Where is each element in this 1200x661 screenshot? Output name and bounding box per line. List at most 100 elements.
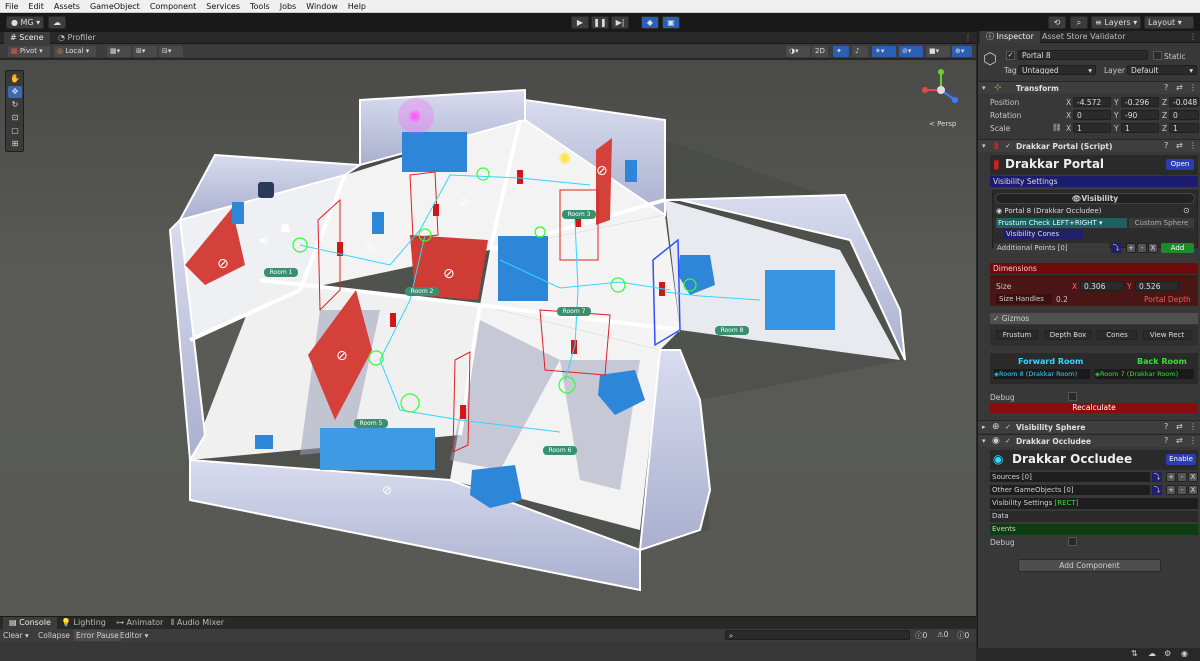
menu-file[interactable]: File bbox=[0, 0, 23, 13]
frustum-check-dropdown[interactable]: Frustum Check LEFT+RIGHT ▾ bbox=[996, 218, 1127, 228]
camera-button[interactable]: ■▾ bbox=[926, 46, 950, 57]
menu-tools[interactable]: Tools bbox=[245, 0, 275, 13]
search-button[interactable]: ⌕ bbox=[1070, 16, 1088, 29]
size-x-field[interactable]: 0.306 bbox=[1080, 281, 1124, 291]
tab-menu-icon[interactable]: ⋮ bbox=[964, 33, 972, 42]
forward-room-field[interactable]: ◈Room 8 (Drakkar Room) bbox=[994, 369, 1090, 379]
add-point-button[interactable]: + bbox=[1126, 243, 1136, 253]
dimensions-bar[interactable]: Dimensions bbox=[990, 263, 1198, 274]
clear-button[interactable]: Clear ▾ bbox=[3, 631, 29, 640]
portal-debug-checkbox[interactable] bbox=[1068, 392, 1077, 401]
enabled-checkbox[interactable]: ✓ bbox=[1005, 437, 1011, 445]
open-button[interactable]: Open bbox=[1166, 159, 1194, 170]
console-body[interactable] bbox=[0, 642, 976, 661]
link-icon[interactable]: ⛓ bbox=[1052, 123, 1062, 132]
pause-button[interactable]: ❚❚ bbox=[591, 16, 609, 29]
portal-script-header[interactable]: ▾ ▮ ✓ Drakkar Portal (Script) ? ⇄ ⋮ bbox=[978, 139, 1200, 152]
clear-points-button[interactable]: X bbox=[1148, 243, 1158, 253]
scene-view[interactable]: ✺ ✺ ⊘ ⊘ ⊘ ⊘ ⊘ ⊘ ◀) ◎ ☗ < Persp Room 1 Ro… bbox=[0, 60, 976, 616]
move-tool[interactable]: ✥ bbox=[8, 86, 22, 98]
menu-help[interactable]: Help bbox=[343, 0, 371, 13]
other-remove-button[interactable]: - bbox=[1177, 485, 1187, 495]
gizmos-checkbox[interactable]: ✓ bbox=[993, 314, 999, 323]
help-icon[interactable]: ? bbox=[1164, 141, 1168, 150]
position-z-field[interactable]: -0.048 bbox=[1169, 97, 1199, 107]
occludee-visibility-settings[interactable]: Visibility Settings [RECT] bbox=[990, 498, 1198, 509]
ruler-button[interactable]: ⊟▾ bbox=[159, 46, 183, 57]
preset-icon[interactable]: ⇄ bbox=[1176, 141, 1183, 150]
sources-remove-button[interactable]: - bbox=[1177, 472, 1187, 482]
error-count[interactable]: ⓘ0 bbox=[957, 630, 969, 641]
step-button[interactable]: ▶| bbox=[611, 16, 629, 29]
scale-y-field[interactable]: 1 bbox=[1121, 123, 1159, 133]
occludee-reference[interactable]: ◉ Portal 8 (Drakkar Occludee) bbox=[996, 207, 1101, 215]
sources-add-button[interactable]: + bbox=[1166, 472, 1176, 482]
additional-points-pick[interactable]: ⤵ bbox=[1111, 243, 1121, 253]
rotation-y-field[interactable]: -90 bbox=[1121, 110, 1159, 120]
other-gameobjects-pick[interactable]: ⤵ bbox=[1152, 485, 1162, 495]
gizmos-button[interactable]: ⊕▾ bbox=[952, 46, 972, 57]
error-pause-toggle[interactable]: Error Pause bbox=[74, 630, 121, 641]
recalculate-button[interactable]: Recalculate bbox=[990, 403, 1198, 413]
editor-dropdown[interactable]: Editor ▾ bbox=[120, 631, 148, 640]
visibility-settings-bar[interactable]: Visibility Settings bbox=[990, 176, 1198, 187]
occludee-header[interactable]: ▾ ◉ ✓ Drakkar Occludee ? ⇄ ⋮ bbox=[978, 434, 1200, 447]
collapse-toggle[interactable]: Collapse bbox=[38, 631, 70, 640]
component-menu-icon[interactable]: ⋮ bbox=[1189, 141, 1197, 150]
scale-z-field[interactable]: 1 bbox=[1169, 123, 1199, 133]
static-checkbox[interactable] bbox=[1153, 51, 1162, 60]
info-count[interactable]: ⓘ0 bbox=[915, 630, 927, 641]
help-icon[interactable]: ? bbox=[1164, 422, 1168, 431]
rect-tool[interactable]: ▢ bbox=[8, 125, 22, 137]
warning-count[interactable]: ⚠0 bbox=[937, 630, 949, 639]
tab-animator[interactable]: ⊶ Animator bbox=[110, 617, 169, 629]
visibility-header[interactable]: 👁Visibility bbox=[995, 193, 1195, 204]
add-button[interactable]: Add bbox=[1161, 243, 1194, 253]
menu-component[interactable]: Component bbox=[145, 0, 201, 13]
add-component-button[interactable]: Add Component bbox=[1018, 559, 1161, 572]
effects-toggle[interactable]: ✶▾ bbox=[872, 46, 896, 57]
tab-lighting[interactable]: 💡 Lighting bbox=[55, 617, 112, 629]
audio-toggle[interactable]: ♪ bbox=[852, 46, 868, 57]
tab-audio-mixer[interactable]: ⫴ Audio Mixer bbox=[165, 617, 230, 629]
enabled-checkbox[interactable]: ✓ bbox=[1005, 423, 1011, 431]
view-rect-gizmo-button[interactable]: View Rect bbox=[1143, 330, 1191, 340]
layout-dropdown[interactable]: Layout ▾ bbox=[1144, 16, 1194, 29]
scale-x-field[interactable]: 1 bbox=[1073, 123, 1111, 133]
sources-clear-button[interactable]: X bbox=[1188, 472, 1198, 482]
menu-window[interactable]: Window bbox=[301, 0, 343, 13]
size-handles-field[interactable]: 0.2 bbox=[1056, 295, 1068, 304]
shading-mode-button[interactable]: ◑▾ bbox=[786, 46, 810, 57]
occludee-debug-checkbox[interactable] bbox=[1068, 537, 1077, 546]
frustum-gizmo-button[interactable]: Frustum bbox=[996, 330, 1038, 340]
other-clear-button[interactable]: X bbox=[1188, 485, 1198, 495]
enable-button[interactable]: Enable bbox=[1166, 454, 1196, 465]
depth-box-gizmo-button[interactable]: Depth Box bbox=[1045, 330, 1091, 340]
plugin-button-2[interactable]: ▣ bbox=[662, 16, 680, 29]
additional-points-field[interactable]: Additional Points [0] bbox=[994, 243, 1109, 253]
size-y-field[interactable]: 0.526 bbox=[1135, 281, 1179, 291]
transform-header[interactable]: ▾ ⊹ Transform ? ⇄ ⋮ bbox=[978, 81, 1200, 94]
active-checkbox[interactable]: ✓ bbox=[1006, 51, 1015, 60]
tab-asset-store-validator[interactable]: Asset Store Validator bbox=[1036, 31, 1132, 43]
tag-dropdown[interactable]: Untagged ▾ bbox=[1018, 65, 1096, 75]
enabled-checkbox[interactable]: ✓ bbox=[1005, 142, 1011, 150]
component-menu-icon[interactable]: ⋮ bbox=[1189, 83, 1197, 92]
inspector-menu-icon[interactable]: ⋮ bbox=[1189, 32, 1197, 41]
occludee-data-bar[interactable]: Data bbox=[990, 511, 1198, 522]
tab-console[interactable]: ▤ Console bbox=[3, 617, 57, 629]
hand-tool[interactable]: ✋ bbox=[8, 73, 22, 85]
menu-gameobject[interactable]: GameObject bbox=[85, 0, 145, 13]
scale-tool[interactable]: ⊡ bbox=[8, 112, 22, 124]
position-y-field[interactable]: -0.296 bbox=[1121, 97, 1159, 107]
local-toggle[interactable]: ◎ Local ▾ bbox=[54, 46, 96, 57]
sources-field[interactable]: Sources [0] bbox=[990, 472, 1150, 482]
layer-dropdown[interactable]: Default ▾ bbox=[1127, 65, 1197, 75]
menu-assets[interactable]: Assets bbox=[49, 0, 85, 13]
gameobject-name-field[interactable]: Portal 8 bbox=[1018, 50, 1148, 60]
play-button[interactable]: ▶ bbox=[571, 16, 589, 29]
console-search-input[interactable]: ⌕ bbox=[725, 630, 910, 640]
other-gameobjects-field[interactable]: Other GameObjects [0] bbox=[990, 485, 1150, 495]
position-x-field[interactable]: -4.572 bbox=[1073, 97, 1111, 107]
menu-edit[interactable]: Edit bbox=[23, 0, 49, 13]
